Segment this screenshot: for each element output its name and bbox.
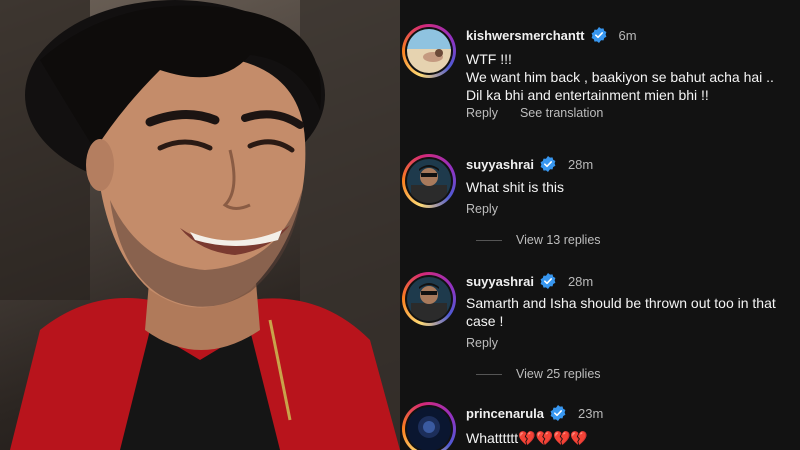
username[interactable]: kishwersmerchantt bbox=[466, 28, 585, 43]
avatar[interactable] bbox=[402, 272, 456, 326]
view-replies-label: View 13 replies bbox=[516, 233, 601, 247]
username[interactable]: princenarula bbox=[466, 406, 544, 421]
comment-text: WTF !!! We want him back , baakiyon se b… bbox=[466, 51, 774, 103]
see-translation-button[interactable]: See translation bbox=[520, 106, 603, 120]
reply-button[interactable]: Reply bbox=[466, 106, 498, 120]
comment-text: Whatttttt💔💔💔💔 bbox=[466, 430, 588, 446]
verified-badge-icon bbox=[591, 27, 606, 43]
avatar[interactable] bbox=[402, 24, 456, 78]
beach-photo-avatar bbox=[407, 29, 451, 73]
username[interactable]: suyyashrai bbox=[466, 157, 534, 172]
replies-divider bbox=[476, 239, 502, 241]
comments-panel: kishwersmerchantt 6m WTF !!! We want him… bbox=[400, 0, 800, 450]
timestamp: 23m bbox=[578, 405, 604, 421]
avatar[interactable] bbox=[402, 154, 456, 208]
username[interactable]: suyyashrai bbox=[466, 274, 534, 289]
timestamp: 28m bbox=[567, 273, 594, 289]
verified-badge-icon bbox=[550, 405, 566, 421]
view-replies-button[interactable]: View 25 replies bbox=[476, 367, 601, 381]
reply-button[interactable]: Reply bbox=[466, 336, 498, 350]
verified-badge-icon bbox=[540, 273, 556, 289]
reply-button[interactable]: Reply bbox=[466, 202, 498, 216]
timestamp: 28m bbox=[567, 156, 594, 172]
verified-badge-icon bbox=[540, 156, 556, 172]
smiling-man-photo bbox=[0, 0, 400, 450]
portrait-illustration bbox=[0, 0, 400, 450]
man-in-car-avatar bbox=[407, 159, 451, 203]
view-replies-label: View 25 replies bbox=[516, 367, 601, 381]
comment-text: Samarth and Isha should be thrown out to… bbox=[466, 295, 776, 329]
avatar[interactable] bbox=[402, 402, 456, 450]
timestamp: 6m bbox=[618, 27, 637, 43]
replies-divider bbox=[476, 373, 502, 375]
dark-portrait-avatar bbox=[407, 407, 451, 450]
comment-text: What shit is this bbox=[466, 179, 565, 195]
man-in-car-avatar bbox=[407, 277, 451, 321]
view-replies-button[interactable]: View 13 replies bbox=[476, 233, 601, 247]
